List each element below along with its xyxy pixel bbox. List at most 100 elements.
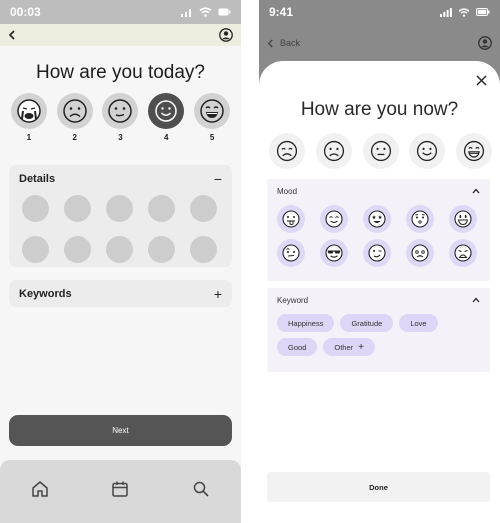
anxious-face-icon bbox=[411, 244, 429, 262]
details-options bbox=[9, 193, 232, 263]
mood-panel-header[interactable]: Mood bbox=[267, 179, 490, 203]
detail-option[interactable] bbox=[190, 195, 217, 222]
wink-face-icon bbox=[368, 244, 386, 262]
mood-panel-title: Mood bbox=[277, 186, 298, 196]
wifi-icon bbox=[199, 7, 212, 17]
detail-option[interactable] bbox=[190, 236, 217, 263]
detail-option[interactable] bbox=[106, 195, 133, 222]
mood-option-3[interactable]: 3 bbox=[102, 93, 139, 142]
other-label: Other bbox=[334, 342, 354, 352]
grin-face-icon bbox=[463, 140, 485, 162]
crying-face-icon bbox=[17, 99, 41, 123]
calendar-icon[interactable] bbox=[111, 480, 129, 498]
mood-option-5[interactable]: 5 bbox=[194, 93, 231, 142]
mood-number: 5 bbox=[209, 133, 215, 142]
emoji-option[interactable] bbox=[406, 205, 434, 233]
raised-brow-face-icon bbox=[282, 244, 300, 262]
grin-face-icon bbox=[200, 99, 224, 123]
neutral-face-icon bbox=[108, 99, 133, 123]
close-icon bbox=[476, 75, 486, 85]
sad-face-icon bbox=[276, 140, 298, 162]
keywords-panel[interactable]: Keywords + bbox=[9, 280, 232, 307]
chevron-up-icon[interactable] bbox=[472, 297, 480, 303]
star-eyes-face-icon bbox=[368, 210, 386, 228]
sunglasses-face-icon bbox=[325, 244, 343, 262]
keyword-chip[interactable]: Happiness bbox=[277, 314, 335, 332]
wifi-icon bbox=[458, 7, 470, 17]
detail-option[interactable] bbox=[64, 195, 91, 222]
keyword-chip[interactable]: Good bbox=[277, 338, 318, 356]
back-chevron-icon bbox=[267, 39, 273, 47]
search-icon[interactable] bbox=[192, 480, 210, 498]
detail-option[interactable] bbox=[22, 236, 49, 263]
emoji-option[interactable] bbox=[320, 205, 348, 233]
selected-mood[interactable] bbox=[148, 93, 185, 129]
profile-icon[interactable] bbox=[219, 28, 233, 42]
done-button[interactable]: Done bbox=[267, 472, 490, 502]
page-title: How are you today? bbox=[36, 62, 205, 83]
neutral-face-icon bbox=[370, 140, 391, 162]
mood-option-1[interactable] bbox=[269, 133, 305, 169]
mood-option-2[interactable] bbox=[315, 133, 352, 169]
emoji-option[interactable] bbox=[320, 239, 348, 267]
mood-option-3[interactable] bbox=[362, 133, 399, 169]
keywords-header[interactable]: Keywords + bbox=[9, 280, 232, 307]
detail-option[interactable] bbox=[64, 236, 91, 263]
emoji-option[interactable] bbox=[277, 205, 305, 233]
keyword-chips: Happiness Gratitude Love Good Other + bbox=[267, 312, 490, 358]
status-bar: 00:03 bbox=[0, 0, 241, 24]
mood-number: 1 bbox=[26, 133, 32, 142]
mood-option-4[interactable]: 4 bbox=[148, 93, 185, 142]
mood-option-1[interactable]: 1 bbox=[10, 93, 47, 142]
next-button[interactable]: Next bbox=[9, 415, 232, 446]
app-bar: Back bbox=[259, 32, 500, 54]
other-chip[interactable]: Other + bbox=[323, 338, 375, 356]
back-chevron-icon[interactable] bbox=[8, 30, 16, 40]
right-screen: 9:41 Back How are you now? Mood Keyword … bbox=[259, 0, 500, 523]
signal-icon bbox=[181, 9, 191, 17]
expand-icon[interactable]: + bbox=[214, 287, 222, 301]
emoji-option[interactable] bbox=[363, 239, 391, 267]
battery-icon bbox=[476, 8, 490, 16]
back-button[interactable]: Back bbox=[267, 38, 300, 48]
mood-panel: Mood bbox=[267, 179, 490, 281]
content-face-icon bbox=[325, 210, 343, 228]
battery-icon bbox=[218, 8, 231, 16]
status-time: 9:41 bbox=[269, 5, 294, 19]
mood-option-4[interactable] bbox=[409, 133, 446, 169]
back-label: Back bbox=[280, 38, 301, 48]
detail-option[interactable] bbox=[22, 195, 49, 222]
keyword-chip[interactable]: Love bbox=[399, 314, 438, 332]
close-button[interactable] bbox=[474, 73, 488, 87]
keywords-title: Keywords bbox=[19, 287, 72, 300]
details-panel: Details − bbox=[9, 165, 232, 267]
emoji-option[interactable] bbox=[277, 239, 305, 267]
mood-option-2[interactable]: 2 bbox=[56, 93, 93, 142]
emoji-option[interactable] bbox=[449, 205, 477, 233]
detail-option[interactable] bbox=[148, 195, 175, 222]
emoji-option[interactable] bbox=[363, 205, 391, 233]
app-bar bbox=[0, 24, 241, 46]
mood-option-5[interactable] bbox=[456, 133, 492, 169]
details-header[interactable]: Details − bbox=[9, 165, 232, 193]
keyword-panel: Keyword Happiness Gratitude Love Good Ot… bbox=[267, 288, 490, 372]
profile-icon[interactable] bbox=[478, 36, 492, 50]
left-screen: 00:03 How are you today? 1 2 3 4 5 Detai… bbox=[0, 0, 241, 523]
detail-option[interactable] bbox=[148, 236, 175, 263]
mood-scale bbox=[269, 133, 492, 169]
emoji-option[interactable] bbox=[406, 239, 434, 267]
keyword-panel-header[interactable]: Keyword bbox=[267, 288, 490, 312]
emoji-option[interactable] bbox=[449, 239, 477, 267]
home-icon[interactable] bbox=[31, 480, 49, 498]
mood-number: 2 bbox=[72, 133, 77, 142]
chevron-up-icon[interactable] bbox=[472, 188, 480, 194]
status-time: 00:03 bbox=[10, 5, 41, 19]
mood-emoji-grid bbox=[267, 203, 490, 269]
keyword-panel-title: Keyword bbox=[277, 295, 309, 305]
keyword-chip[interactable]: Gratitude bbox=[340, 314, 394, 332]
mood-number: 3 bbox=[118, 133, 123, 142]
signal-icon bbox=[440, 8, 452, 17]
collapse-icon[interactable]: − bbox=[214, 172, 222, 186]
tab-bar bbox=[0, 460, 241, 523]
detail-option[interactable] bbox=[106, 236, 133, 263]
